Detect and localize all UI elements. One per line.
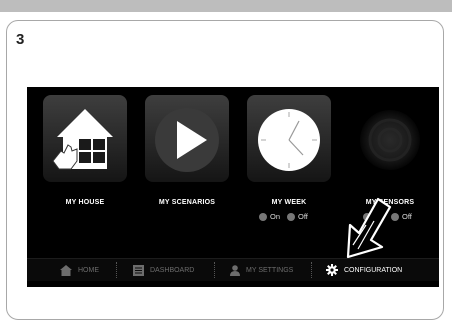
nav-dashboard[interactable]: DASHBOARD [133,259,194,281]
clock-icon [258,109,320,171]
toggle-on-label: On [270,212,281,221]
tile-label-my-house: MY HOUSE [65,199,105,206]
play-icon [155,108,219,172]
house-hand-icon [52,109,113,170]
tile-label-my-scenarios: MY SCENARIOS [158,199,216,206]
bottom-nav: HOME DASHBOARD MY SETTINGS CONFIGURATION [27,258,439,281]
tile-my-week[interactable] [247,95,331,182]
gear-icon [326,264,338,276]
app-screen: MY HOUSE MY SCENARIOS MY WEEK MY SENSORS… [27,87,439,287]
tile-my-sensors[interactable] [348,95,432,182]
nav-dashboard-label: DASHBOARD [150,266,195,274]
nav-home-label: HOME [78,266,99,274]
tile-label-my-week: MY WEEK [271,199,307,206]
nav-separator [214,262,215,278]
toggle-off-label: Off [298,212,308,221]
nav-home[interactable]: HOME [60,259,99,281]
sensor-icon [360,110,420,170]
toggle-off-label: Off [402,212,412,221]
nav-configuration[interactable]: CONFIGURATION [326,259,402,281]
toggle-off-dot[interactable] [287,212,296,221]
nav-separator [116,262,117,278]
tile-my-scenarios[interactable] [145,95,229,182]
toggle-on-dot[interactable] [259,212,267,221]
nav-my-settings-label: MY SETTINGS [246,266,294,274]
nav-configuration-label: CONFIGURATION [344,266,403,274]
dashboard-icon [133,264,144,276]
top-bar [0,0,452,12]
nav-my-settings[interactable]: MY SETTINGS [230,259,293,281]
step-number: 3 [16,31,25,48]
user-icon [230,264,240,276]
nav-separator [311,262,312,278]
week-toggle[interactable]: On Off [259,212,308,221]
tile-my-house[interactable] [43,95,127,182]
house-icon [60,264,72,276]
pointer-arrow-icon [346,197,392,259]
